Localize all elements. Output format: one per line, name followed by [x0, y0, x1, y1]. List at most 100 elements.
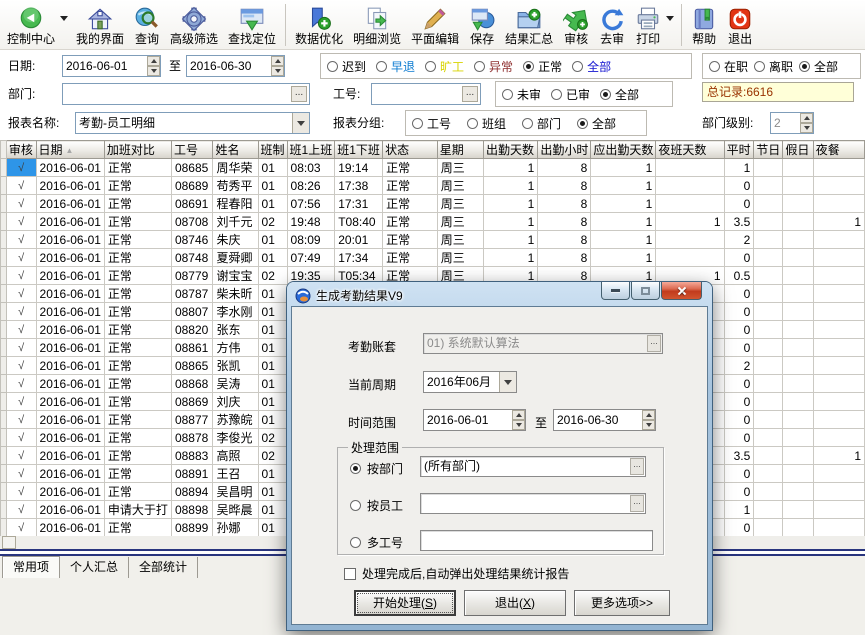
cell[interactable]: 08865	[171, 357, 213, 375]
range-to-spinner[interactable]: 2016-06-30	[553, 409, 656, 431]
cell[interactable]: 01	[258, 159, 287, 177]
cell[interactable]: 08899	[171, 519, 213, 537]
radio-option[interactable]: 班组	[467, 115, 506, 132]
column-header[interactable]: 平时	[724, 141, 754, 159]
cell[interactable]: 2016-06-01	[36, 483, 104, 501]
cell[interactable]: 苏豫皖	[213, 411, 258, 429]
cell[interactable]: 08877	[171, 411, 213, 429]
dept-input[interactable]: ...	[62, 83, 310, 105]
radio-option[interactable]: 工号	[412, 115, 451, 132]
cell[interactable]: √	[6, 231, 36, 249]
cell[interactable]: √	[6, 519, 36, 537]
cell[interactable]: 2016-06-01	[36, 177, 104, 195]
cell[interactable]	[813, 483, 864, 501]
cell[interactable]: 吴晔晨	[213, 501, 258, 519]
cell[interactable]: 2016-06-01	[36, 447, 104, 465]
column-header[interactable]: 状态	[383, 141, 438, 159]
cell[interactable]: 08868	[171, 375, 213, 393]
toolbar-find-locate-button[interactable]: 查找定位	[223, 1, 281, 49]
cell[interactable]	[813, 429, 864, 447]
cell[interactable]	[754, 465, 783, 483]
cell[interactable]	[656, 231, 724, 249]
cell[interactable]: 1	[591, 159, 656, 177]
cell[interactable]	[656, 249, 724, 267]
cell[interactable]: 周华荣	[213, 159, 258, 177]
cell[interactable]	[783, 159, 813, 177]
cell[interactable]	[813, 177, 864, 195]
cell[interactable]: 正常	[383, 159, 438, 177]
tab-common-items[interactable]: 常用项	[2, 556, 60, 578]
cell[interactable]: 08878	[171, 429, 213, 447]
cell[interactable]	[813, 339, 864, 357]
toolbar-query-button[interactable]: 查询	[129, 1, 165, 49]
cell[interactable]	[754, 267, 783, 285]
date-from-spinner[interactable]: 2016-06-01	[62, 55, 161, 77]
cell[interactable]: 正常	[104, 213, 171, 231]
column-header[interactable]: 工号	[171, 141, 213, 159]
cell[interactable]: 0	[724, 429, 754, 447]
radio-option[interactable]: 部门	[522, 115, 561, 132]
radio-option[interactable]: 旷工	[425, 58, 464, 75]
cell[interactable]: 01	[258, 231, 287, 249]
cell[interactable]	[813, 249, 864, 267]
cell[interactable]	[754, 285, 783, 303]
combo-dropdown-icon[interactable]	[499, 372, 516, 392]
column-header[interactable]: 审核	[6, 141, 36, 159]
cell[interactable]: 正常	[383, 213, 438, 231]
cell[interactable]: 07:56	[287, 195, 335, 213]
cell[interactable]	[813, 231, 864, 249]
cell[interactable]	[754, 501, 783, 519]
radio-option[interactable]: 全部	[600, 86, 639, 103]
cell[interactable]: 08:03	[287, 159, 335, 177]
cell[interactable]: 2016-06-01	[36, 429, 104, 447]
cell[interactable]	[783, 195, 813, 213]
radio-option[interactable]: 已审	[551, 86, 590, 103]
cell[interactable]: 1	[483, 231, 537, 249]
cell[interactable]: 1	[724, 501, 754, 519]
cell[interactable]: 申请大于打	[104, 501, 171, 519]
cell[interactable]: 1	[813, 447, 864, 465]
cell[interactable]: 08898	[171, 501, 213, 519]
cell[interactable]: 苟秀平	[213, 177, 258, 195]
cell[interactable]: 吴昌明	[213, 483, 258, 501]
cell[interactable]: 08820	[171, 321, 213, 339]
column-header[interactable]: 应出勤天数	[591, 141, 656, 159]
cell[interactable]: 正常	[104, 483, 171, 501]
cell[interactable]: 17:31	[335, 195, 383, 213]
spin-down-icon[interactable]	[147, 66, 160, 76]
cell[interactable]: 01	[258, 339, 287, 357]
control-center-dropdown[interactable]	[60, 1, 71, 49]
cell[interactable]: 0	[724, 465, 754, 483]
spin-up-icon[interactable]	[271, 56, 284, 66]
cell[interactable]: 2016-06-01	[36, 519, 104, 537]
combo-dropdown-icon[interactable]	[292, 113, 309, 133]
tab-personal-summary[interactable]: 个人汇总	[60, 557, 129, 578]
column-header[interactable]: 加班对比	[104, 141, 171, 159]
cell[interactable]	[783, 411, 813, 429]
cell[interactable]: 08807	[171, 303, 213, 321]
cell[interactable]: √	[6, 393, 36, 411]
cell[interactable]: 08708	[171, 213, 213, 231]
radio-option[interactable]: 全部	[577, 115, 616, 132]
cell[interactable]	[813, 195, 864, 213]
radio-option[interactable]: 在职	[709, 58, 748, 75]
cell[interactable]: 8	[538, 249, 591, 267]
cell[interactable]: 王召	[213, 465, 258, 483]
cell[interactable]: 8	[538, 195, 591, 213]
column-header[interactable]: 出勤小时	[538, 141, 591, 159]
empno-input[interactable]: ...	[371, 83, 481, 105]
cell[interactable]: 正常	[104, 375, 171, 393]
cell[interactable]: √	[6, 357, 36, 375]
cell[interactable]: 正常	[104, 249, 171, 267]
cell[interactable]: 1	[483, 249, 537, 267]
cell[interactable]: √	[6, 339, 36, 357]
column-header[interactable]: 夜班天数	[656, 141, 724, 159]
cell[interactable]: √	[6, 321, 36, 339]
cell[interactable]: 刘庆	[213, 393, 258, 411]
cell[interactable]: 李俊光	[213, 429, 258, 447]
radio-option[interactable]: 正常	[523, 58, 562, 75]
cell[interactable]	[783, 375, 813, 393]
cell[interactable]: 正常	[383, 231, 438, 249]
cell[interactable]: 0.5	[724, 267, 754, 285]
cell[interactable]	[783, 429, 813, 447]
